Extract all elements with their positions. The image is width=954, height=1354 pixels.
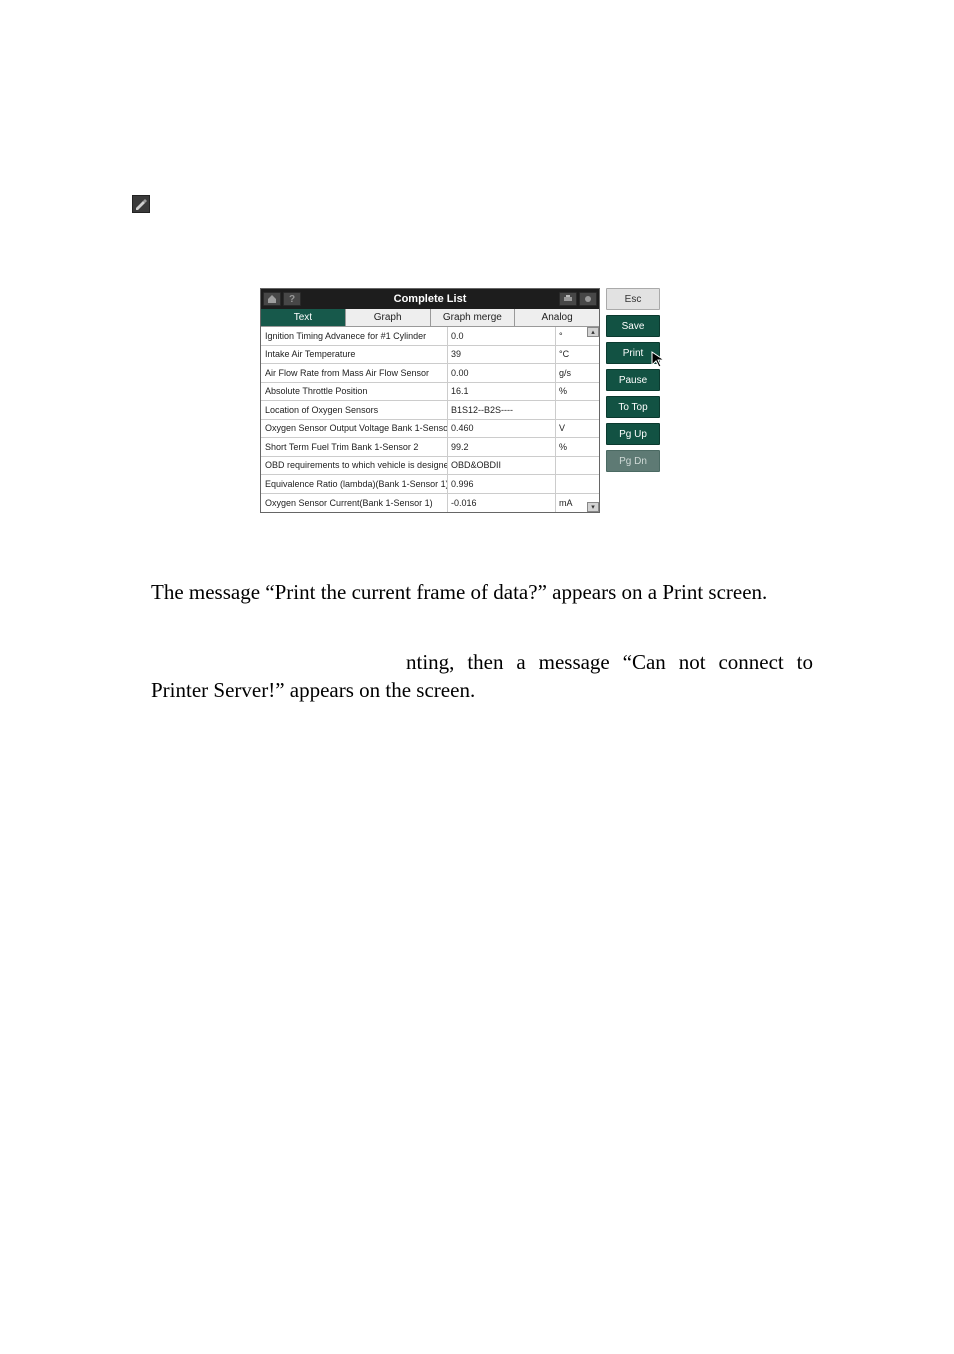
param-name: OBD requirements to which vehicle is des… [261,457,448,475]
body-paragraph-1: The message “Print the current frame of … [151,578,811,606]
note-pencil-icon [132,195,150,213]
scroll-up-icon[interactable]: ▴ [587,327,599,337]
param-name: Absolute Throttle Position [261,383,448,401]
param-value: -0.016 [448,494,556,513]
param-unit: V [556,420,599,438]
screen-title: Complete List [303,293,557,305]
param-name: Oxygen Sensor Output Voltage Bank 1-Sens… [261,420,448,438]
param-value: 39 [448,346,556,364]
param-value: 0.00 [448,364,556,382]
help-icon[interactable]: ? [283,292,301,306]
print-icon[interactable] [559,292,577,306]
table-row[interactable]: Equivalence Ratio (lambda)(Bank 1-Sensor… [261,475,599,494]
tab-graph[interactable]: Graph [346,309,431,326]
param-unit [556,401,599,419]
param-name: Short Term Fuel Trim Bank 1-Sensor 2 [261,438,448,456]
table-row[interactable]: Ignition Timing Advanece for #1 Cylinder… [261,327,599,346]
param-value: 0.996 [448,475,556,493]
table-row[interactable]: Absolute Throttle Position 16.1 % [261,383,599,402]
device-screenshot: ? Complete List Text Graph Graph merge A… [260,288,664,513]
table-row[interactable]: Oxygen Sensor Current(Bank 1-Sensor 1) -… [261,494,599,513]
param-unit: % [556,438,599,456]
save-button[interactable]: Save [606,315,660,337]
pause-button[interactable]: Pause [606,369,660,391]
tools-icon[interactable] [579,292,597,306]
home-icon[interactable] [263,292,281,306]
print-button[interactable]: Print [606,342,660,364]
param-value: OBD&OBDII [448,457,556,475]
param-name: Oxygen Sensor Current(Bank 1-Sensor 1) [261,494,448,513]
esc-button[interactable]: Esc [606,288,660,310]
param-value: 0.460 [448,420,556,438]
titlebar: ? Complete List [261,289,599,309]
body-paragraph-2: nting, then a message “Can not connect t… [151,648,813,705]
param-unit: °▴ [556,327,599,345]
param-name: Air Flow Rate from Mass Air Flow Sensor [261,364,448,382]
table-row[interactable]: Short Term Fuel Trim Bank 1-Sensor 2 99.… [261,438,599,457]
param-value: 99.2 [448,438,556,456]
param-name: Equivalence Ratio (lambda)(Bank 1-Sensor… [261,475,448,493]
param-value: B1S12--B2S---- [448,401,556,419]
param-unit: g/s [556,364,599,382]
tab-analog[interactable]: Analog [515,309,599,326]
pg-up-button[interactable]: Pg Up [606,423,660,445]
param-unit [556,475,599,493]
table-row[interactable]: OBD requirements to which vehicle is des… [261,457,599,476]
param-value: 0.0 [448,327,556,345]
param-value: 16.1 [448,383,556,401]
table-row[interactable]: Oxygen Sensor Output Voltage Bank 1-Sens… [261,420,599,439]
side-button-column: Esc Save Print Pause To Top Pg Up Pg Dn [606,288,660,513]
pg-dn-button[interactable]: Pg Dn [606,450,660,472]
table-row[interactable]: Intake Air Temperature 39 °C [261,346,599,365]
param-unit [556,457,599,475]
param-name: Intake Air Temperature [261,346,448,364]
table-row[interactable]: Air Flow Rate from Mass Air Flow Sensor … [261,364,599,383]
scroll-down-icon[interactable]: ▾ [587,502,599,512]
data-table: Ignition Timing Advanece for #1 Cylinder… [261,327,599,512]
param-name: Ignition Timing Advanece for #1 Cylinder [261,327,448,345]
view-tabs: Text Graph Graph merge Analog [261,309,599,327]
tab-text[interactable]: Text [261,309,346,326]
to-top-button[interactable]: To Top [606,396,660,418]
table-row[interactable]: Location of Oxygen Sensors B1S12--B2S---… [261,401,599,420]
param-name: Location of Oxygen Sensors [261,401,448,419]
param-unit: °C [556,346,599,364]
screenshot-main-panel: ? Complete List Text Graph Graph merge A… [260,288,600,513]
cursor-icon [651,351,669,369]
tab-graph-merge[interactable]: Graph merge [431,309,516,326]
param-unit: % [556,383,599,401]
